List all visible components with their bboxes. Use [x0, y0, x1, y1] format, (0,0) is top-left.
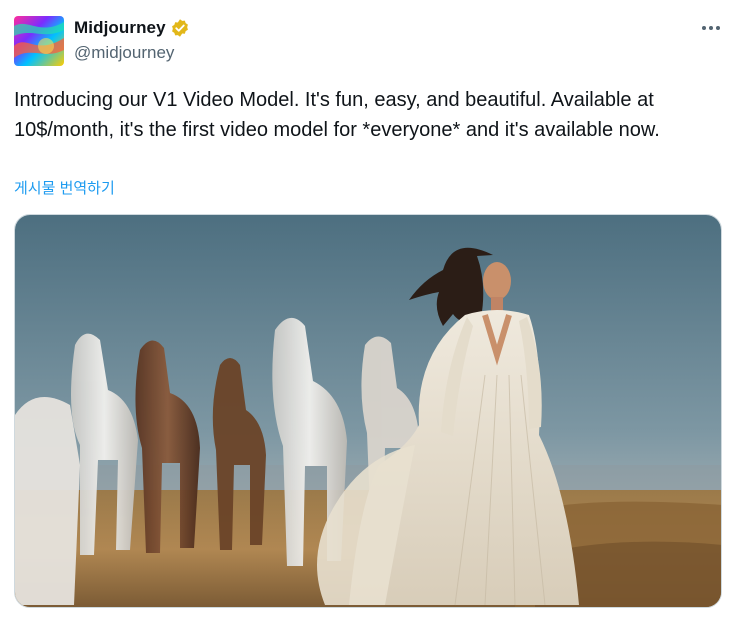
display-name[interactable]: Midjourney: [74, 18, 166, 38]
author-name-row: Midjourney: [74, 17, 190, 39]
post-media-video[interactable]: [14, 214, 722, 608]
video-frame-image: [15, 215, 721, 607]
author-handle[interactable]: @midjourney: [74, 43, 174, 63]
translate-post-link[interactable]: 게시물 번역하기: [14, 177, 115, 198]
more-options-icon[interactable]: [700, 18, 722, 38]
tweet-card: Midjourney @midjourney Introducing our V…: [0, 0, 737, 625]
post-text: Introducing our V1 Video Model. It's fun…: [14, 89, 660, 141]
verified-badge-icon: [170, 18, 190, 38]
avatar[interactable]: [14, 16, 64, 66]
